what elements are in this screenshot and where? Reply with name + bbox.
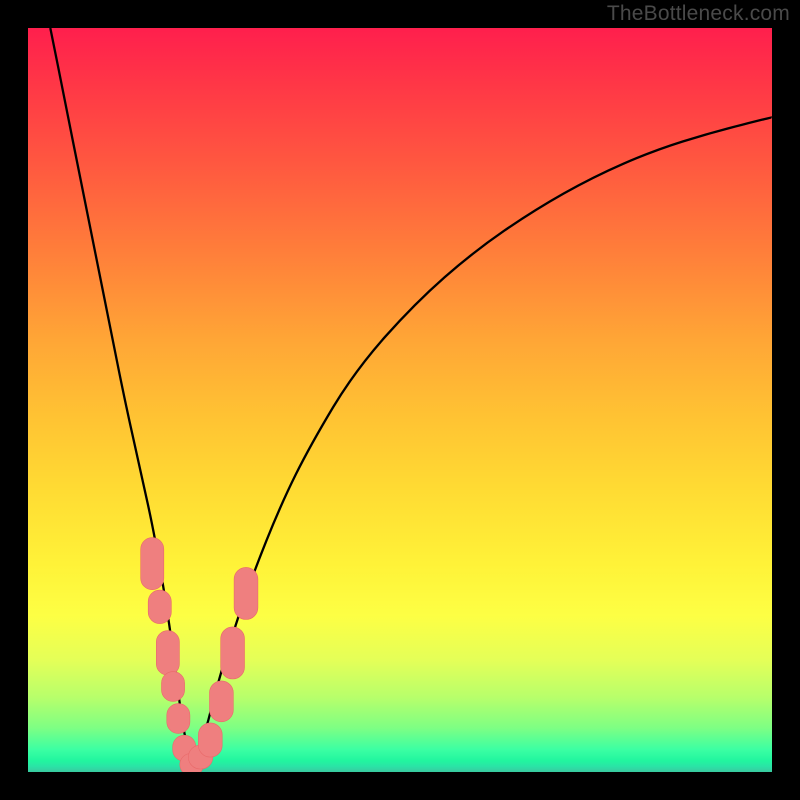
watermark-text: TheBottleneck.com (607, 2, 790, 26)
curve-layer (28, 28, 772, 772)
curve-marker (167, 704, 190, 734)
canvas-frame: TheBottleneck.com (0, 0, 800, 800)
curve-markers (141, 538, 258, 772)
curve-marker (198, 723, 222, 757)
curve-marker (234, 567, 258, 619)
curve-marker (162, 672, 185, 702)
curve-marker (156, 631, 179, 676)
curve-marker (141, 538, 164, 590)
curve-marker (210, 681, 234, 722)
curve-marker (221, 627, 245, 679)
plot-area (28, 28, 772, 772)
curve-marker (148, 590, 171, 624)
